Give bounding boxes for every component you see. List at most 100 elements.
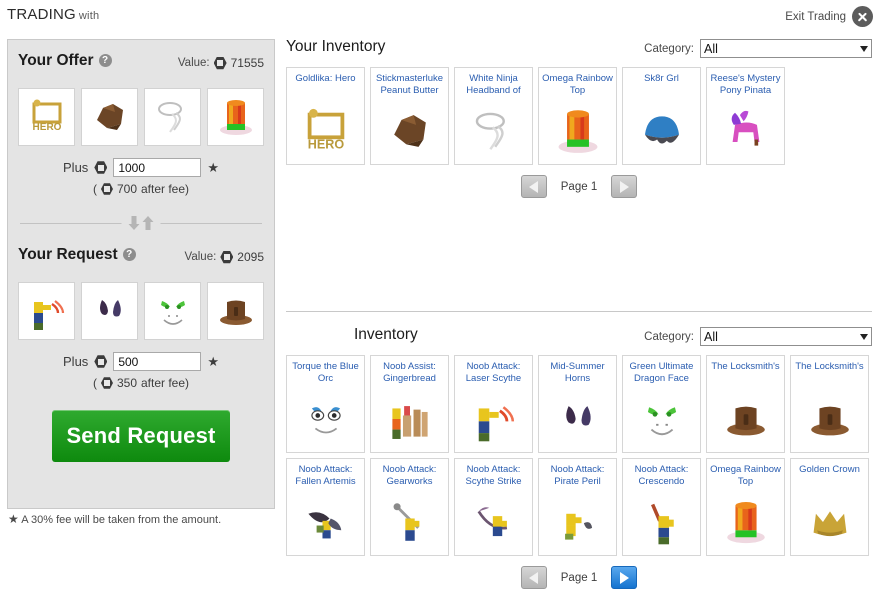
your-inventory-header: Your Inventory Category: All: [286, 38, 872, 62]
category-value: All: [704, 329, 718, 344]
inventory-card[interactable]: Omega Rainbow Top: [538, 67, 617, 165]
sk8r-grl-hair-icon: [623, 97, 700, 164]
request-slot-mid-summer-horns[interactable]: [81, 282, 138, 340]
partner-inventory-section: Inventory Category: All Torque the Blue …: [286, 326, 872, 589]
next-arrow-icon[interactable]: [611, 566, 638, 589]
prev-arrow-icon[interactable]: [520, 566, 547, 589]
inventory-card[interactable]: Omega Rainbow Top: [706, 458, 785, 556]
inventory-card[interactable]: Green Ultimate Dragon Face: [622, 355, 701, 453]
inventory-card[interactable]: White Ninja Headband of: [454, 67, 533, 165]
request-value-label: Value:: [184, 251, 217, 263]
offer-fee-asterisk: ★: [207, 159, 219, 175]
inventory-card[interactable]: Noob Attack: Crescendo: [622, 458, 701, 556]
omega-rainbow-top-hat-icon: [707, 488, 784, 555]
your-request-title: Your Request: [18, 246, 118, 263]
next-arrow-icon[interactable]: [611, 175, 638, 198]
offer-after-fee: ( 700 after fee): [8, 182, 274, 196]
offer-slot-goldlika-hero[interactable]: HERO: [18, 88, 75, 146]
item-name: Green Ultimate Dragon Face: [629, 361, 694, 384]
request-amount-input[interactable]: [113, 352, 202, 371]
inventory-card[interactable]: Golden Crown: [790, 458, 869, 556]
item-name: Noob Attack: Laser Scythe: [465, 361, 522, 384]
request-after-fee-text: after fee): [141, 376, 190, 390]
inventory-card[interactable]: Noob Attack: Fallen Artemis: [286, 458, 365, 556]
your-offer-header: Your Offer? Value: 71555: [18, 52, 264, 82]
inventory-card[interactable]: Noob Attack: Pirate Peril: [538, 458, 617, 556]
item-name: Noob Attack: Gearworks: [382, 464, 437, 487]
request-after-fee-value: 350: [116, 376, 137, 390]
trading-label: TRADING: [7, 6, 76, 23]
your-request-header: Your Request? Value: 2095: [18, 246, 264, 276]
inventory-card[interactable]: Noob Attack: Gearworks: [370, 458, 449, 556]
offer-after-fee-value: 700: [116, 182, 137, 196]
category-label: Category:: [644, 42, 694, 55]
inventory-card[interactable]: Noob Attack: Scythe Strike: [454, 458, 533, 556]
inventory-card[interactable]: Torque the Blue Orc: [286, 355, 365, 453]
request-value-amount: 2095: [237, 250, 264, 264]
exit-trading-label: Exit Trading: [785, 10, 846, 23]
fee-note-asterisk: ★: [8, 512, 19, 526]
offer-slot-omega-rainbow-top[interactable]: [207, 88, 264, 146]
item-name: Noob Attack: Crescendo: [634, 464, 689, 487]
category-select[interactable]: All: [700, 327, 872, 346]
item-name: Mid-Summer Horns: [550, 361, 605, 384]
request-slot-laser-scythe[interactable]: [18, 282, 75, 340]
exit-trading-control[interactable]: Exit Trading: [785, 6, 873, 27]
partner-inventory-pager: Page 1: [286, 566, 872, 589]
prev-arrow-icon[interactable]: [520, 175, 547, 198]
torque-blue-orc-icon: [287, 385, 364, 452]
request-slot-locksmith-hat[interactable]: [207, 282, 264, 340]
partner-inventory-grid: Torque the Blue Orc Noob Assist: Gingerb…: [286, 355, 872, 556]
item-name: Noob Attack: Pirate Peril: [550, 464, 605, 487]
help-icon[interactable]: ?: [98, 54, 112, 67]
close-circle-icon[interactable]: [852, 6, 873, 27]
item-name: Torque the Blue Orc: [292, 361, 359, 384]
inventory-card[interactable]: The Locksmith's: [790, 355, 869, 453]
inventory-card[interactable]: Noob Attack: Laser Scythe: [454, 355, 533, 453]
inventory-card[interactable]: Goldlika: Hero HERO: [286, 67, 365, 165]
robux-icon: [213, 56, 227, 70]
your-offer-title: Your Offer: [18, 52, 94, 69]
request-item-slots: [18, 282, 264, 340]
partner-inventory-category: Category: All: [644, 327, 872, 346]
robux-icon: [100, 183, 113, 195]
request-after-fee: ( 350 after fee): [8, 376, 274, 390]
noob-scythe-strike-icon: [455, 488, 532, 555]
peanut-butter-icon: [371, 97, 448, 164]
chevron-down-icon: [860, 45, 868, 52]
send-request-button[interactable]: Send Request: [52, 410, 230, 462]
section-separator: [286, 311, 872, 312]
offer-amount-input[interactable]: [113, 158, 202, 177]
golden-crown-icon: [791, 488, 868, 555]
svg-text:HERO: HERO: [32, 122, 61, 133]
item-name: Stickmasterluke Peanut Butter: [375, 73, 444, 96]
page-label: Page 1: [560, 571, 598, 584]
offer-after-fee-text: after fee): [141, 182, 190, 196]
chevron-down-icon: [860, 333, 868, 340]
goldlika-hero-icon: HERO: [287, 97, 364, 164]
help-icon[interactable]: ?: [122, 248, 136, 261]
inventory-card[interactable]: Reese's Mystery Pony Pinata: [706, 67, 785, 165]
offer-slot-peanut-butter[interactable]: [81, 88, 138, 146]
inventory-card[interactable]: Sk8r Grl: [622, 67, 701, 165]
inventory-card[interactable]: The Locksmith's: [706, 355, 785, 453]
request-fee-asterisk: ★: [207, 353, 219, 369]
swap-divider: [20, 212, 262, 234]
category-select[interactable]: All: [700, 39, 872, 58]
noob-crescendo-icon: [623, 488, 700, 555]
offer-item-slots: HERO: [18, 88, 264, 146]
item-name: The Locksmith's: [795, 361, 864, 372]
item-name: Omega Rainbow Top: [710, 464, 781, 487]
inventory-card[interactable]: Stickmasterluke Peanut Butter: [370, 67, 449, 165]
arrow-up-icon: [142, 216, 154, 230]
request-slot-green-dragon-face[interactable]: [144, 282, 201, 340]
inventory-card[interactable]: Noob Assist: Gingerbread: [370, 355, 449, 453]
item-name: Sk8r Grl: [644, 73, 679, 84]
page-header: TRADING with Exit Trading: [0, 0, 879, 32]
offer-slot-white-ninja-headband[interactable]: [144, 88, 201, 146]
item-name: White Ninja Headband of: [466, 73, 521, 96]
locksmith-hat-icon: [707, 385, 784, 452]
item-name: Goldlika: Hero: [295, 73, 356, 84]
your-inventory-pager: Page 1: [286, 175, 872, 198]
inventory-card[interactable]: Mid-Summer Horns: [538, 355, 617, 453]
